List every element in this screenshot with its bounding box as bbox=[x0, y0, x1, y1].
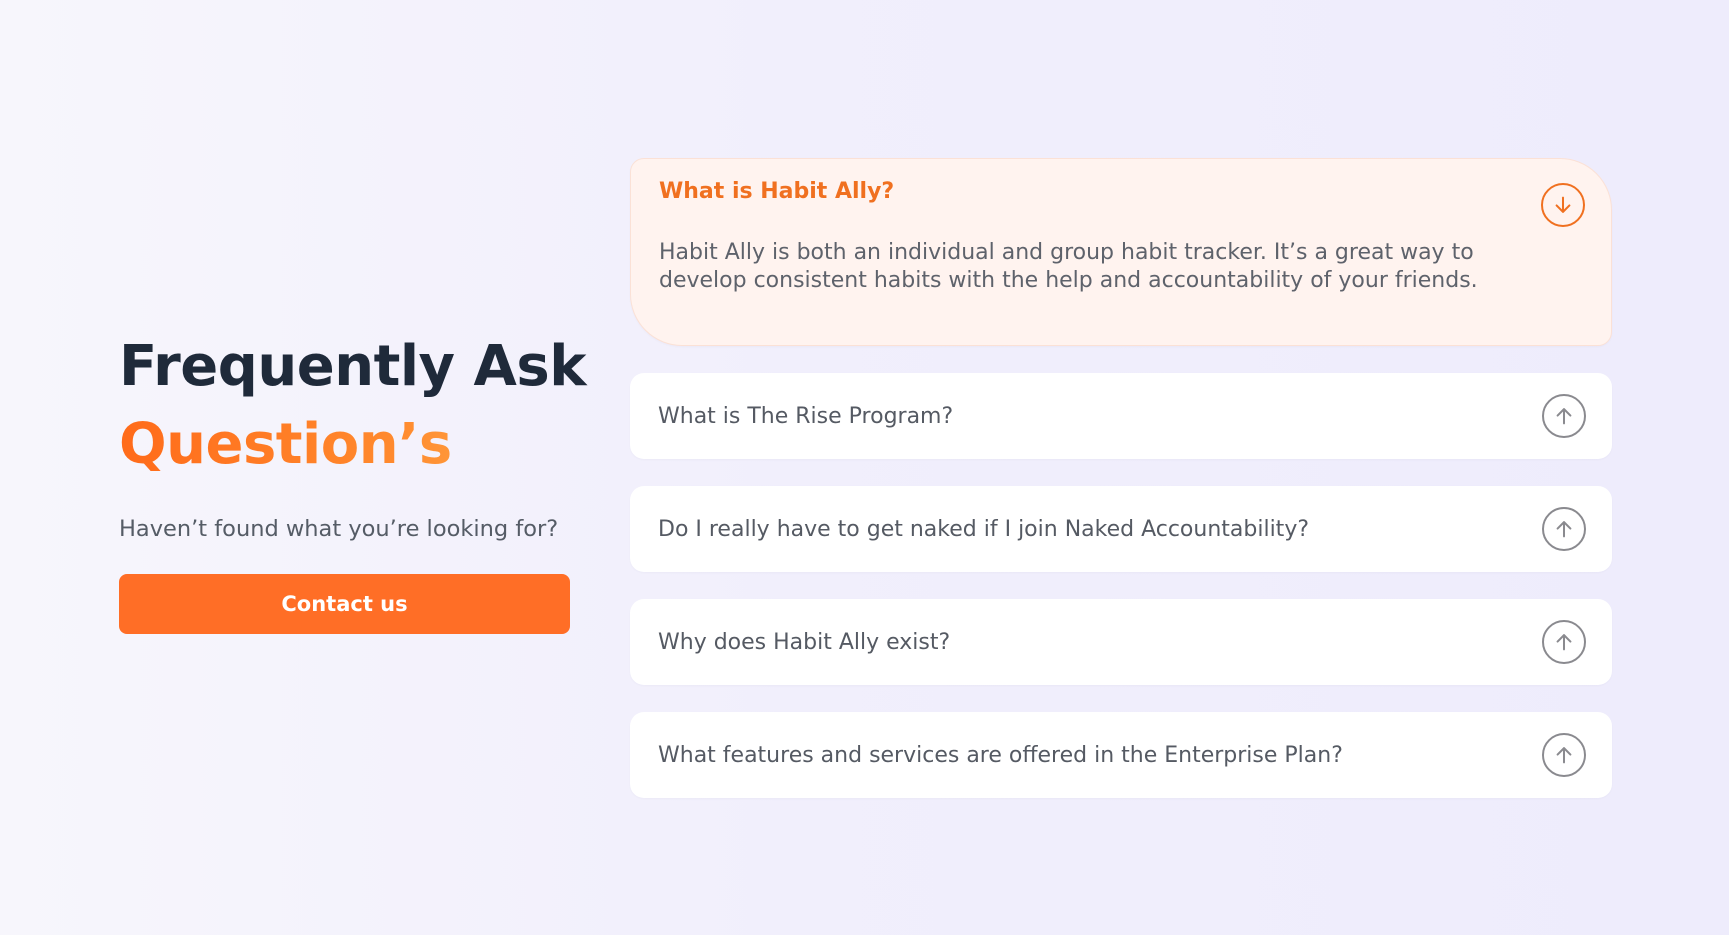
page-title: Frequently Ask Question’s bbox=[119, 328, 586, 484]
page-title-line2: Question’s bbox=[119, 406, 579, 484]
arrow-up-circle-icon[interactable] bbox=[1542, 733, 1586, 777]
contact-us-button[interactable]: Contact us bbox=[119, 574, 570, 634]
arrow-up-circle-icon[interactable] bbox=[1542, 507, 1586, 551]
faq-item-enterprise-plan[interactable]: What features and services are offered i… bbox=[630, 712, 1612, 798]
faq-answer: Habit Ally is both an individual and gro… bbox=[659, 240, 1478, 293]
faq-question[interactable]: Why does Habit Ally exist? bbox=[658, 599, 950, 685]
arrow-up-circle-icon[interactable] bbox=[1542, 394, 1586, 438]
faq-question[interactable]: What features and services are offered i… bbox=[658, 712, 1343, 798]
faq-list: What is Habit Ally? Habit Ally is both a… bbox=[630, 158, 1612, 825]
faq-question[interactable]: What is Habit Ally? bbox=[659, 179, 894, 204]
faq-question[interactable]: What is The Rise Program? bbox=[658, 373, 953, 459]
arrow-down-circle-icon[interactable] bbox=[1541, 183, 1585, 227]
faq-question[interactable]: Do I really have to get naked if I join … bbox=[658, 486, 1309, 572]
faq-item-naked-accountability[interactable]: Do I really have to get naked if I join … bbox=[630, 486, 1612, 572]
faq-intro: Frequently Ask Question’s Haven’t found … bbox=[119, 328, 586, 634]
faq-item-rise-program[interactable]: What is The Rise Program? bbox=[630, 373, 1612, 459]
faq-item-habit-ally[interactable]: What is Habit Ally? Habit Ally is both a… bbox=[630, 158, 1612, 346]
page-subtitle: Haven’t found what you’re looking for? bbox=[119, 516, 559, 542]
faq-item-why-exist[interactable]: Why does Habit Ally exist? bbox=[630, 599, 1612, 685]
arrow-up-circle-icon[interactable] bbox=[1542, 620, 1586, 664]
page-title-line1: Frequently Ask bbox=[119, 334, 586, 399]
